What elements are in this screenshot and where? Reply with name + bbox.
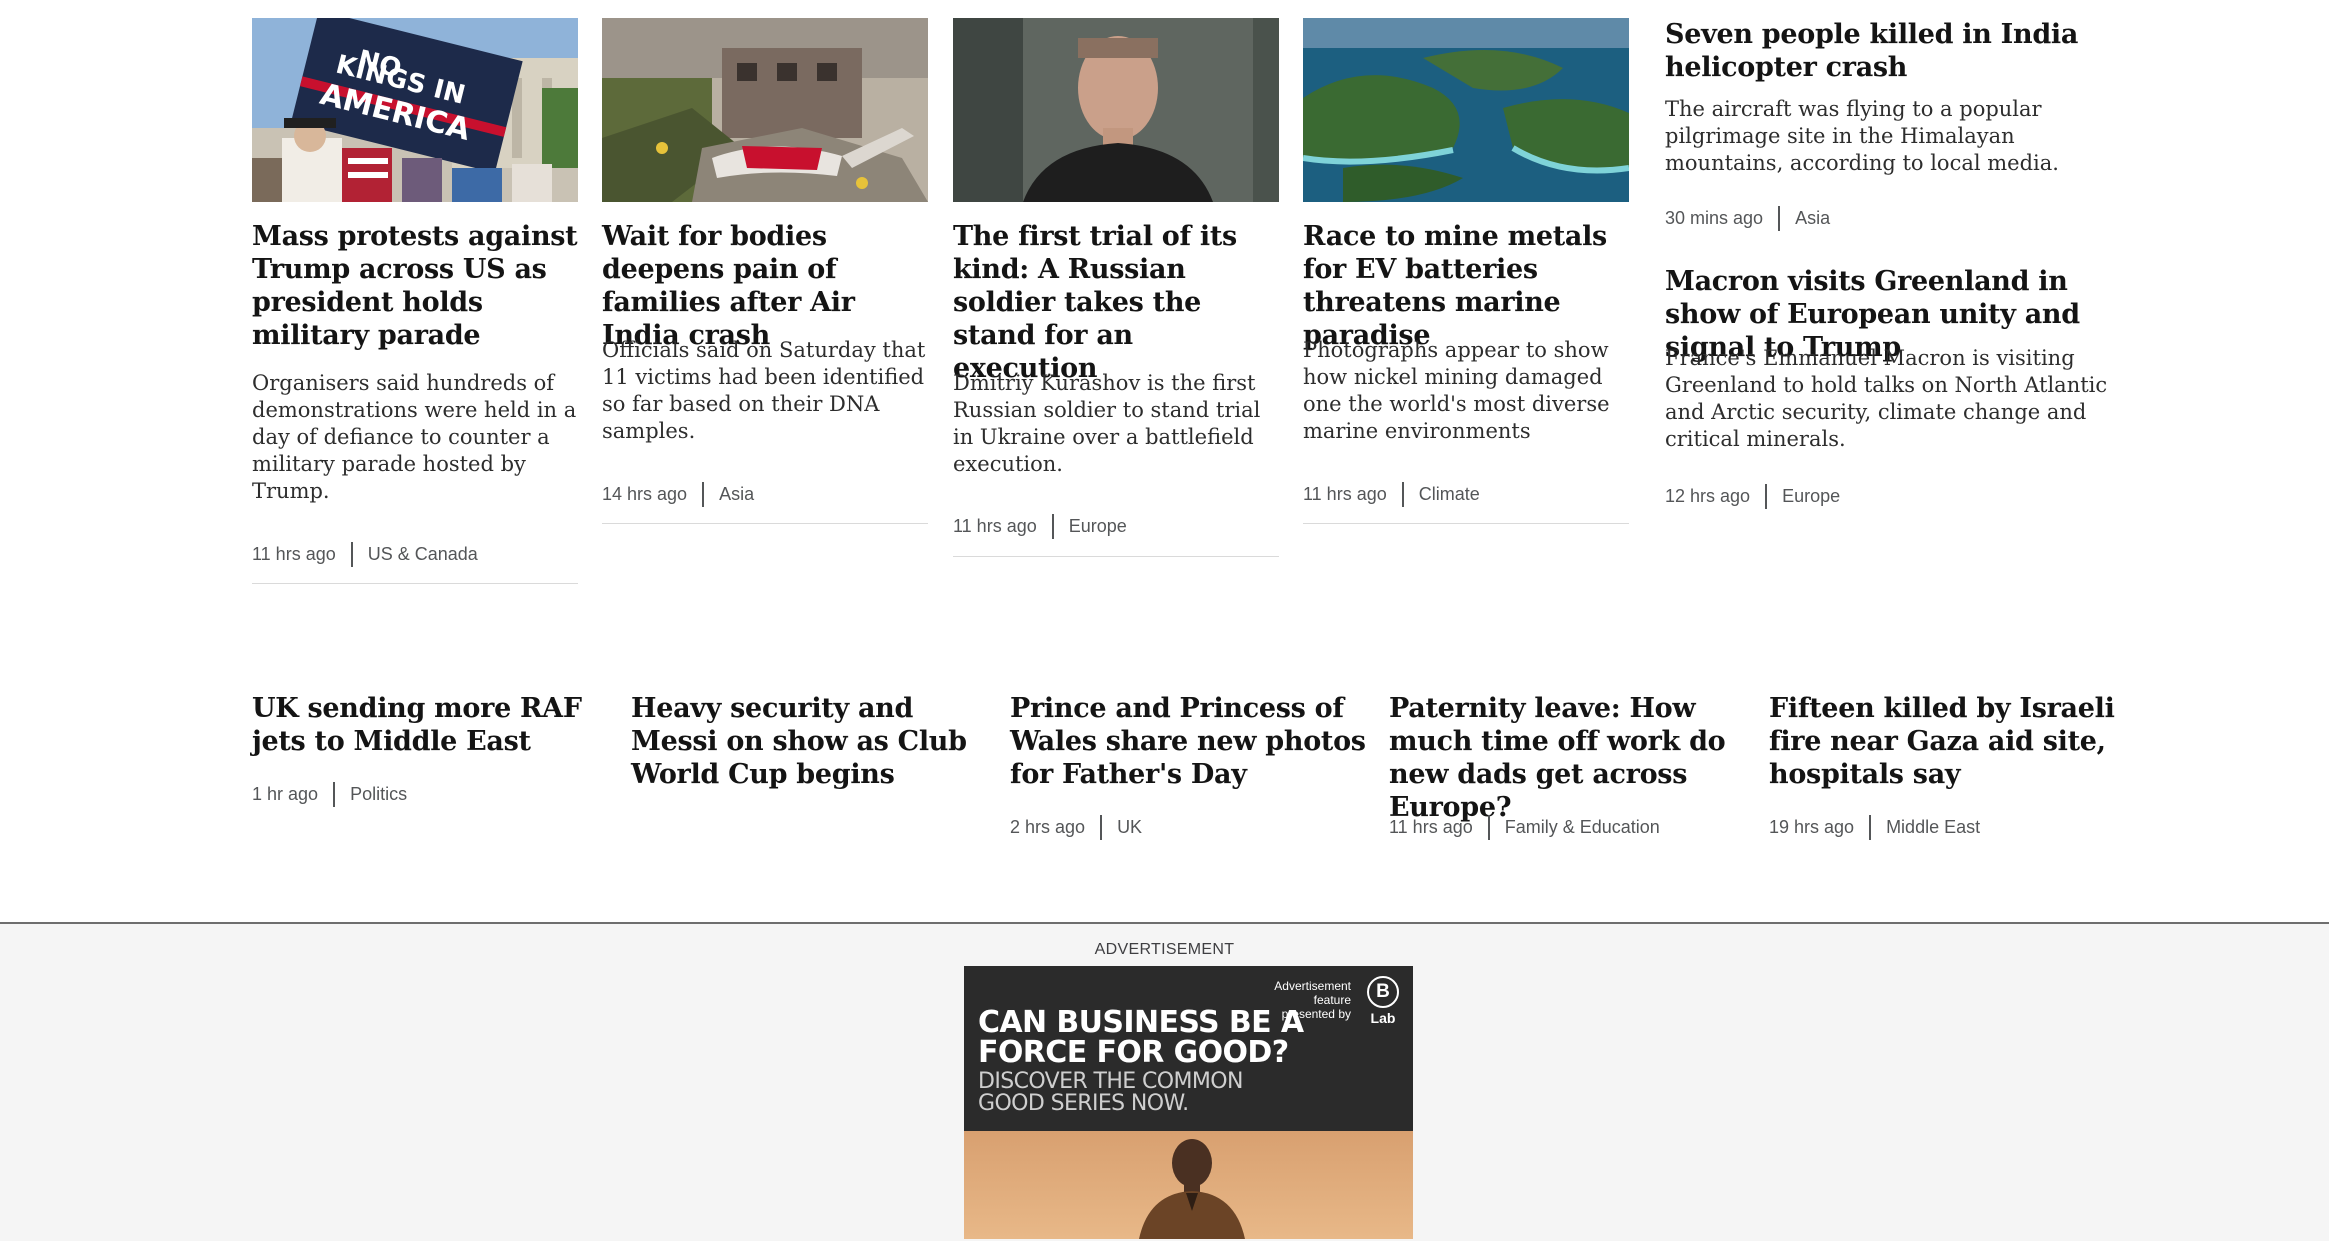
meta-divider	[333, 782, 336, 807]
story-meta: 19 hrs ago Middle East	[1769, 815, 1980, 840]
story-category-link[interactable]: Europe	[1069, 516, 1127, 537]
story-meta: 11 hrs ago Family & Education	[1389, 815, 1660, 840]
card-divider	[602, 523, 928, 524]
story-meta: 12 hrs ago Europe	[1665, 484, 1840, 509]
meta-divider	[1051, 514, 1054, 539]
story-meta: 1 hr ago Politics	[252, 782, 407, 807]
story-time: 11 hrs ago	[1389, 817, 1473, 837]
story-headline[interactable]: Wait for bodies deepens pain of families…	[602, 220, 928, 352]
story-summary: Officials said on Saturday that 11 victi…	[602, 338, 926, 443]
lab-logo-text: Lab	[1370, 1010, 1396, 1026]
story-headline[interactable]: UK sending more RAF jets to Middle East	[252, 692, 592, 758]
story-headline[interactable]: Mass protests against Trump across US as…	[252, 220, 578, 352]
story-summary: Dmitriy Kurashov is the first Russian so…	[953, 371, 1261, 476]
ad-sub-line-1: DISCOVER THE COMMON	[978, 1069, 1243, 1094]
story-category-link[interactable]: Family & Education	[1505, 817, 1660, 838]
meta-divider	[1487, 815, 1490, 840]
advertisement-label: ADVERTISEMENT	[1094, 941, 1235, 958]
ad-headline-line-1: CAN BUSINESS BE A	[978, 1005, 1304, 1040]
card-divider	[252, 583, 578, 584]
meta-divider	[1778, 206, 1781, 231]
story-time: 11 hrs ago	[953, 516, 1037, 536]
story-time: 11 hrs ago	[252, 544, 336, 564]
story-headline[interactable]: Fifteen killed by Israeli fire near Gaza…	[1769, 692, 2135, 791]
story-meta: 11 hrs ago Europe	[953, 514, 1127, 539]
story-time: 12 hrs ago	[1665, 486, 1751, 506]
meta-divider	[1100, 815, 1103, 840]
story-time: 11 hrs ago	[1303, 484, 1387, 504]
story-time: 14 hrs ago	[602, 484, 688, 504]
story-image-islands[interactable]	[1303, 18, 1629, 202]
story-category-link[interactable]: UK	[1117, 817, 1142, 838]
meta-divider	[1765, 484, 1768, 509]
story-summary: The aircraft was flying to a popular pil…	[1665, 97, 2059, 175]
story-meta: 14 hrs ago Asia	[602, 482, 754, 507]
story-headline[interactable]: Race to mine metals for EV batteries thr…	[1303, 220, 1629, 352]
story-image-air-india-wreck[interactable]	[602, 18, 928, 202]
ad-headline-line-2: FORCE FOR GOOD?	[978, 1035, 1289, 1070]
story-image-russian-soldier[interactable]	[953, 18, 1279, 202]
ad-sub-line-2: GOOD SERIES NOW.	[978, 1091, 1189, 1116]
story-summary: Photographs appear to show how nickel mi…	[1303, 338, 1610, 443]
story-meta: 30 mins ago Asia	[1665, 206, 1830, 231]
meta-divider	[702, 482, 705, 507]
story-meta: 2 hrs ago UK	[1010, 815, 1142, 840]
story-summary: France's Emmanuel Macron is visiting Gre…	[1665, 346, 2108, 451]
story-headline[interactable]: Paternity leave: How much time off work …	[1389, 692, 1749, 824]
b-lab-logo: B Lab	[1363, 976, 1403, 1026]
story-summary: Organisers said hundreds of demonstratio…	[252, 371, 577, 503]
story-headline[interactable]: Prince and Princess of Wales share new p…	[1010, 692, 1370, 791]
story-meta: 11 hrs ago US & Canada	[252, 542, 478, 567]
advertisement-banner[interactable]: Advertisement feature presented by B Lab…	[964, 966, 1413, 1239]
story-headline[interactable]: Seven people killed in India helicopter …	[1665, 18, 2095, 84]
story-category-link[interactable]: Asia	[719, 484, 754, 505]
story-headline[interactable]: The first trial of its kind: A Russian s…	[953, 220, 1279, 385]
meta-divider	[1401, 482, 1404, 507]
card-divider	[953, 556, 1279, 557]
story-time: 30 mins ago	[1665, 208, 1764, 228]
ad-subheadline: DISCOVER THE COMMON GOOD SERIES NOW.	[978, 1071, 1243, 1115]
story-meta: 11 hrs ago Climate	[1303, 482, 1480, 507]
story-category-link[interactable]: Politics	[350, 784, 407, 805]
story-category-link[interactable]: Europe	[1782, 486, 1840, 507]
story-headline[interactable]: Heavy security and Messi on show as Club…	[631, 692, 987, 791]
b-corp-icon: B	[1367, 976, 1399, 1008]
story-category-link[interactable]: US & Canada	[368, 544, 478, 565]
meta-divider	[350, 542, 353, 567]
ad-headline: CAN BUSINESS BE A FORCE FOR GOOD?	[978, 1008, 1304, 1068]
story-image-protests[interactable]: NO KINGS IN AMERICA	[252, 18, 578, 202]
story-time: 1 hr ago	[252, 784, 319, 804]
story-category-link[interactable]: Middle East	[1886, 817, 1980, 838]
ad-photo-person	[964, 1131, 1413, 1239]
story-category-link[interactable]: Climate	[1419, 484, 1480, 505]
meta-divider	[1869, 815, 1872, 840]
card-divider	[1303, 523, 1629, 524]
story-category-link[interactable]: Asia	[1795, 208, 1830, 229]
story-time: 19 hrs ago	[1769, 817, 1855, 837]
story-time: 2 hrs ago	[1010, 817, 1086, 837]
